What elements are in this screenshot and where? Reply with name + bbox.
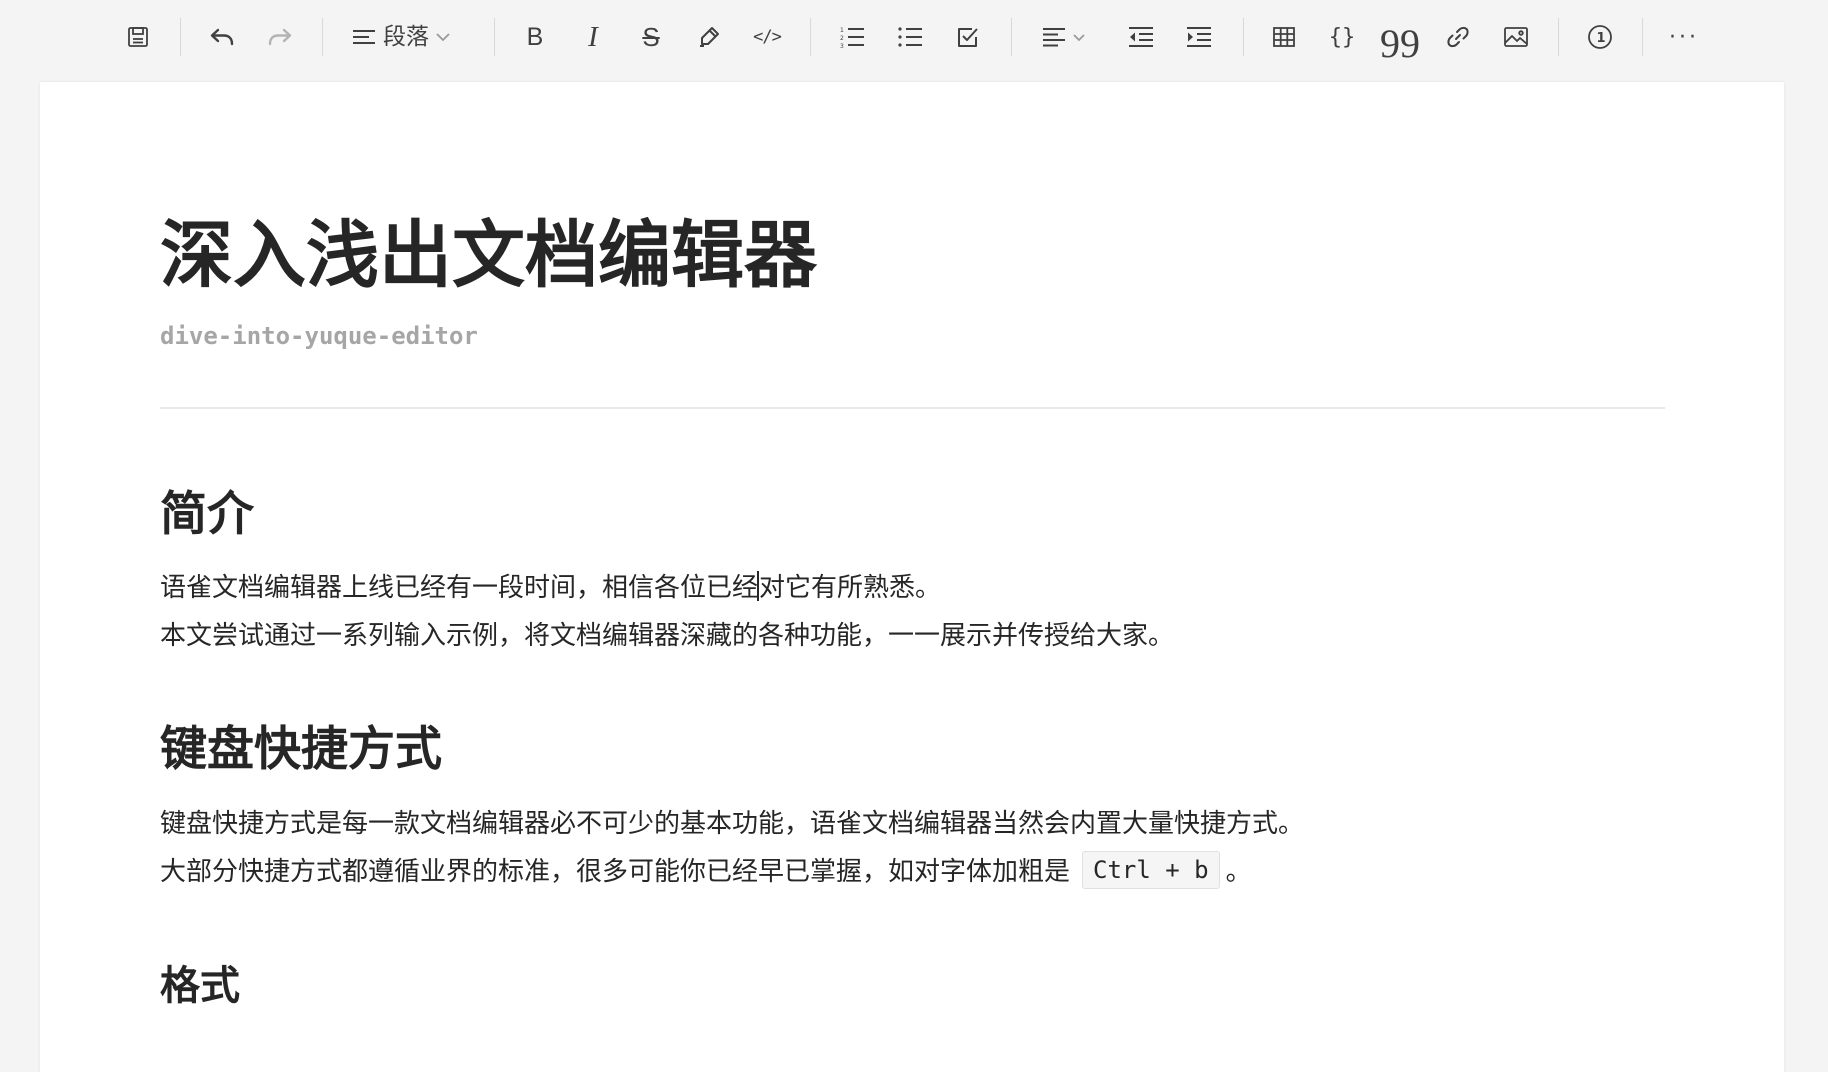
link-icon	[1447, 26, 1469, 48]
code-block-button[interactable]: {}	[1317, 12, 1367, 62]
bold-button[interactable]: B	[510, 12, 560, 62]
svg-text:2: 2	[840, 35, 844, 42]
bold-icon: B	[526, 22, 544, 51]
undo-icon	[210, 28, 234, 46]
link-button[interactable]	[1433, 12, 1483, 62]
toolbar-divider	[322, 18, 323, 56]
strikethrough-icon: S	[642, 21, 660, 52]
indent-button[interactable]	[1174, 12, 1224, 62]
document-paper: 深入浅出文档编辑器 dive-into-yuque-editor 简介 语雀文档…	[40, 82, 1784, 1072]
paragraph-style-dropdown[interactable]: 段落	[347, 12, 467, 62]
image-button[interactable]	[1491, 12, 1541, 62]
code-block-icon: {}	[1328, 24, 1356, 50]
inline-code-shortcut: Ctrl + b	[1082, 851, 1220, 889]
strikethrough-button[interactable]: S	[626, 12, 676, 62]
redo-button[interactable]	[255, 12, 305, 62]
align-dropdown[interactable]	[1030, 12, 1098, 62]
save-button[interactable]	[113, 12, 163, 62]
italic-button[interactable]: I	[568, 12, 618, 62]
toolbar-divider	[1011, 18, 1012, 56]
document-slug[interactable]: dive-into-yuque-editor	[160, 322, 478, 350]
paragraph-line: 本文尝试通过一系列输入示例，将文档编辑器深藏的各种功能，一一展示并传授给大家。	[160, 621, 1175, 651]
heading-intro[interactable]: 简介	[160, 487, 254, 543]
image-icon	[1504, 27, 1528, 47]
heading-shortcuts[interactable]: 键盘快捷方式	[160, 722, 442, 778]
svg-text:1: 1	[1597, 31, 1606, 46]
ordered-list-icon: 1 2 3	[840, 27, 864, 48]
footnote-icon: 1	[1588, 25, 1612, 49]
quote-icon: 99	[1380, 21, 1420, 66]
text-after-cursor: 对它有所熟悉。	[759, 573, 942, 603]
align-left-icon	[1043, 28, 1065, 47]
table-icon	[1273, 27, 1295, 47]
paragraph-line: 键盘快捷方式是每一款文档编辑器必不可少的基本功能，语雀文档编辑器当然会内置大量快…	[160, 809, 1305, 839]
highlighter-icon	[700, 27, 719, 47]
indent-icon	[1187, 27, 1211, 47]
paragraph-style-icon	[353, 30, 375, 44]
more-icon: ···	[1669, 24, 1699, 50]
toolbar-divider	[1558, 18, 1559, 56]
quote-button[interactable]: 99	[1375, 12, 1425, 66]
more-options-button[interactable]: ···	[1659, 12, 1709, 62]
ordered-list-button[interactable]: 1 2 3	[827, 12, 877, 62]
task-list-icon	[958, 28, 978, 47]
paragraph-line: 大部分快捷方式都遵循业界的标准，很多可能你已经早已掌握，如对字体加粗是 Ctrl …	[160, 848, 1304, 896]
svg-text:3: 3	[840, 43, 844, 48]
document-title[interactable]: 深入浅出文档编辑器	[160, 212, 817, 300]
outdent-icon	[1129, 27, 1153, 47]
editor-toolbar: 段落 B I S </> 1 2 3 {} 99 1 ···	[0, 0, 1828, 74]
svg-text:1: 1	[840, 27, 844, 34]
text-before-code: 大部分快捷方式都遵循业界的标准，很多可能你已经早已掌握，如对字体加粗是	[160, 857, 1071, 887]
text-after-code: 。	[1225, 857, 1252, 887]
heading-format[interactable]: 格式	[160, 962, 240, 1010]
bullet-list-icon	[898, 27, 922, 47]
save-icon	[128, 27, 148, 47]
paragraph-line: 语雀文档编辑器上线已经有一段时间，相信各位已经对它有所熟悉。	[160, 564, 1174, 612]
italic-icon: I	[588, 20, 598, 53]
inline-code-icon: </>	[753, 27, 782, 47]
redo-icon	[268, 28, 292, 46]
chevron-down-icon	[1073, 33, 1085, 41]
title-divider	[160, 407, 1665, 409]
table-button[interactable]	[1259, 12, 1309, 62]
undo-button[interactable]	[197, 12, 247, 62]
highlight-button[interactable]	[684, 12, 734, 62]
text-before-cursor: 语雀文档编辑器上线已经有一段时间，相信各位已经	[160, 573, 759, 603]
paragraph-shortcuts[interactable]: 键盘快捷方式是每一款文档编辑器必不可少的基本功能，语雀文档编辑器当然会内置大量快…	[160, 800, 1304, 896]
inline-code-button[interactable]: </>	[742, 12, 792, 62]
paragraph-style-label: 段落	[383, 23, 429, 50]
footnote-button[interactable]: 1	[1575, 12, 1625, 62]
toolbar-divider	[494, 18, 495, 56]
chevron-down-icon	[436, 33, 450, 42]
task-list-button[interactable]	[943, 12, 993, 62]
outdent-button[interactable]	[1116, 12, 1166, 62]
editor-app: 段落 B I S </> 1 2 3 {} 99 1 ··· 深入浅出文档编辑器…	[0, 0, 1828, 1072]
toolbar-divider	[810, 18, 811, 56]
paragraph-intro[interactable]: 语雀文档编辑器上线已经有一段时间，相信各位已经对它有所熟悉。 本文尝试通过一系列…	[160, 564, 1174, 660]
toolbar-divider	[1642, 18, 1643, 56]
toolbar-divider	[180, 18, 181, 56]
toolbar-divider	[1243, 18, 1244, 56]
bullet-list-button[interactable]	[885, 12, 935, 62]
